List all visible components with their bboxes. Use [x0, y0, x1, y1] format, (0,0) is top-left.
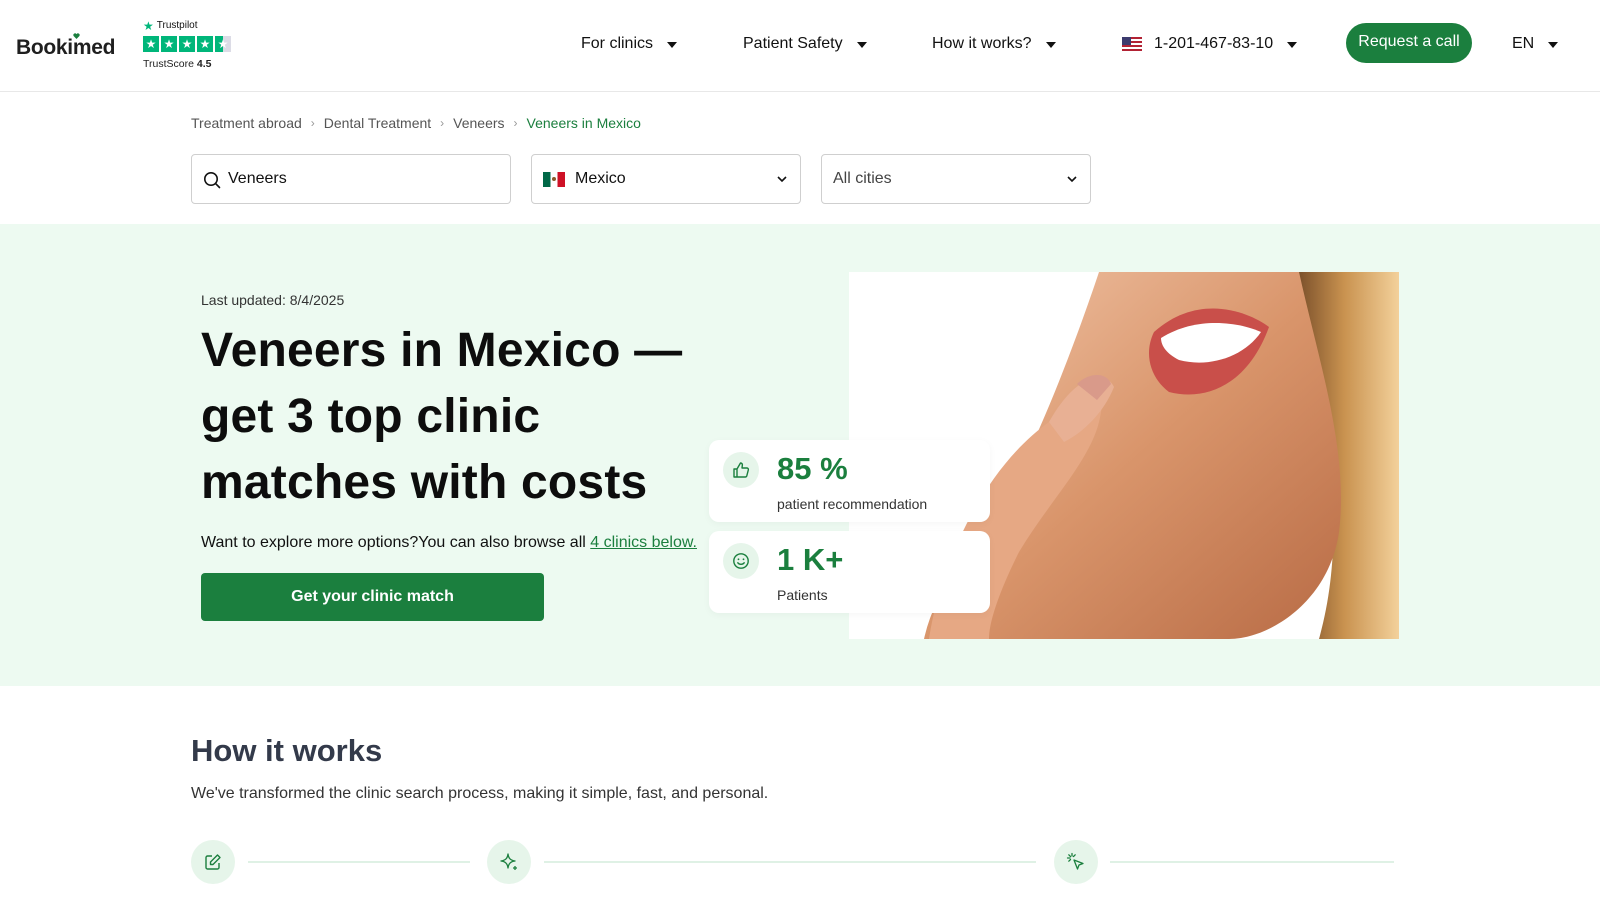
star-icon: ★ — [143, 36, 159, 52]
thumbs-up-icon — [733, 462, 750, 478]
nav-for-clinics[interactable]: For clinics — [581, 35, 678, 53]
half-star-icon: ★ — [215, 36, 231, 52]
trustpilot-stars: ★ ★ ★ ★ ★ — [143, 36, 231, 52]
trustpilot-name: Trustpilot — [156, 20, 198, 31]
patients-label: Patients — [777, 587, 828, 603]
recommendation-label: patient recommendation — [777, 496, 928, 512]
chevron-right-icon: › — [513, 116, 518, 130]
page-title: Veneers in Mexico — get 3 top clinic mat… — [201, 324, 683, 509]
breadcrumb-current: Veneers in Mexico — [526, 115, 641, 131]
mexico-flag-icon — [543, 171, 565, 187]
step-3 — [1054, 840, 1098, 884]
site-header: Bookimed ★ Trustpilot ★ ★ ★ ★ ★ TrustSco… — [0, 0, 1600, 92]
last-updated: Last updated: 8/4/2025 — [201, 292, 345, 308]
star-icon: ★ — [179, 36, 195, 52]
chevron-down-icon — [777, 176, 787, 183]
caret-down-icon — [1548, 42, 1559, 48]
city-select[interactable]: All cities — [821, 154, 1091, 204]
caret-down-icon — [667, 42, 678, 48]
caret-down-icon — [1287, 42, 1298, 48]
how-it-works-title: How it works — [191, 733, 383, 768]
step-connector — [248, 861, 470, 863]
smile-icon — [733, 553, 749, 569]
hero-subtitle: Want to explore more options?You can als… — [201, 534, 697, 551]
caret-down-icon — [856, 42, 867, 48]
hero-section: Last updated: 8/4/2025 Veneers in Mexico… — [0, 224, 1600, 686]
breadcrumb: Treatment abroad › Dental Treatment › Ve… — [191, 115, 641, 131]
language-selector[interactable]: EN — [1512, 35, 1559, 53]
phone-selector[interactable]: 1-201-467-83-10 — [1122, 35, 1298, 53]
star-icon: ★ — [197, 36, 213, 52]
recommendation-value: 85 % — [777, 451, 848, 486]
step-2 — [487, 840, 531, 884]
breadcrumb-veneers[interactable]: Veneers — [453, 115, 504, 131]
bookimed-logo[interactable]: Bookimed — [16, 36, 115, 60]
trustpilot-star-icon: ★ — [143, 18, 154, 33]
step-1 — [191, 840, 235, 884]
us-flag-icon — [1122, 37, 1142, 51]
breadcrumb-treatment-abroad[interactable]: Treatment abroad — [191, 115, 302, 131]
country-value: Mexico — [575, 170, 626, 187]
trustpilot-widget[interactable]: ★ Trustpilot ★ ★ ★ ★ ★ TrustScore 4.5 — [143, 20, 231, 70]
city-value: All cities — [833, 170, 892, 187]
cursor-click-icon — [1066, 852, 1084, 870]
browse-clinics-link[interactable]: 4 clinics below. — [590, 534, 697, 551]
edit-icon — [205, 854, 221, 870]
treatment-search-field[interactable] — [191, 154, 511, 204]
search-icon — [204, 172, 221, 189]
nav-patient-safety[interactable]: Patient Safety — [743, 35, 867, 53]
step-connector — [544, 861, 1036, 863]
trustscore: TrustScore 4.5 — [143, 58, 212, 70]
star-icon: ★ — [161, 36, 177, 52]
chevron-right-icon: › — [440, 116, 445, 130]
chevron-right-icon: › — [310, 116, 315, 130]
country-select[interactable]: Mexico — [531, 154, 801, 204]
sparkle-icon — [500, 853, 517, 870]
step-connector — [1110, 861, 1394, 863]
breadcrumb-dental-treatment[interactable]: Dental Treatment — [324, 115, 431, 131]
how-it-works-subtitle: We've transformed the clinic search proc… — [191, 785, 769, 802]
get-clinic-match-button[interactable]: Get your clinic match — [201, 573, 544, 621]
chevron-down-icon — [1067, 176, 1077, 183]
request-call-button[interactable]: Request a call — [1346, 23, 1472, 63]
stat-card-recommendation: 85 % patient recommendation — [709, 440, 990, 522]
nav-how-it-works[interactable]: How it works? — [932, 35, 1056, 53]
stat-card-patients: 1 K+ Patients — [709, 531, 990, 613]
treatment-search-input[interactable] — [228, 170, 488, 188]
patients-value: 1 K+ — [777, 542, 844, 577]
caret-down-icon — [1045, 42, 1056, 48]
heart-icon — [73, 33, 80, 39]
